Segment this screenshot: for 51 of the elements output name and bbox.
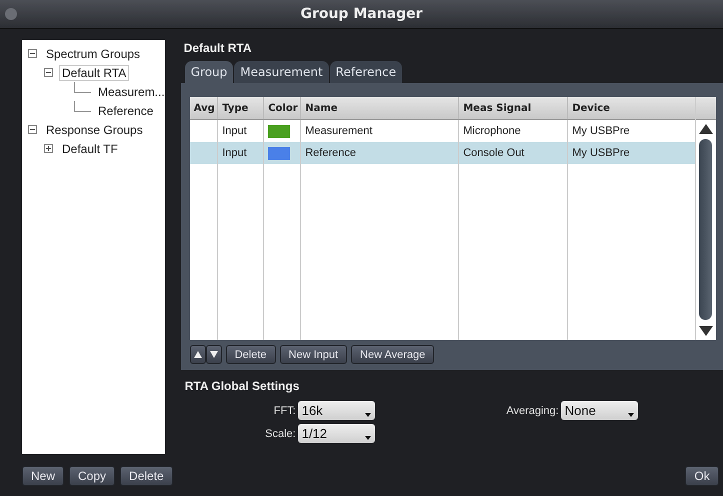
column-header[interactable]: Avg: [190, 97, 218, 120]
tree-item[interactable]: Measurem...: [95, 84, 165, 100]
group-title: Default RTA: [184, 41, 252, 55]
scroll-down-icon[interactable]: [698, 326, 713, 336]
collapse-icon[interactable]: [28, 49, 37, 58]
color-swatch[interactable]: [268, 146, 290, 160]
table-row[interactable]: Input Reference Console Out My USBPre: [190, 142, 696, 164]
tree-item[interactable]: Reference: [95, 102, 156, 118]
field-label: FFT:: [272, 404, 296, 416]
table-cell: Input: [218, 142, 264, 164]
caret-icon: [628, 412, 634, 416]
tree-item[interactable]: Response Groups: [43, 122, 146, 138]
table-cell: My USBPre: [568, 142, 696, 164]
collapse-icon[interactable]: [28, 125, 37, 134]
collapse-icon[interactable]: [44, 68, 53, 77]
move-down-button[interactable]: [206, 345, 222, 364]
field-label: Scale:: [264, 428, 296, 440]
tab[interactable]: Reference: [330, 61, 402, 83]
dropdown[interactable]: 1/12: [298, 424, 375, 443]
table-button[interactable]: New Average: [351, 345, 434, 364]
column-header[interactable]: Color: [264, 97, 301, 120]
column-header[interactable]: Name: [300, 97, 459, 120]
tree-item[interactable]: Spectrum Groups: [43, 46, 144, 62]
caret-icon: [364, 436, 371, 440]
tab[interactable]: Measurement: [234, 61, 329, 83]
ok-button[interactable]: Ok: [685, 466, 719, 486]
tree-item[interactable]: Default RTA: [59, 64, 130, 80]
group-button[interactable]: New: [22, 466, 64, 486]
window-title: Group Manager: [300, 6, 423, 22]
tab[interactable]: Group: [184, 61, 234, 83]
column-header[interactable]: Meas Signal: [458, 97, 568, 120]
scroll-thumb[interactable]: [698, 139, 712, 320]
table-button[interactable]: New Input: [280, 345, 348, 364]
group-button[interactable]: Delete: [120, 466, 173, 486]
table-cell: Reference: [300, 142, 459, 164]
group-button[interactable]: Copy: [69, 466, 116, 486]
header-corner: [696, 97, 716, 120]
field-label: Averaging:: [505, 404, 559, 416]
table-cell: Console Out: [458, 142, 568, 164]
move-up-button[interactable]: [190, 345, 206, 364]
dropdown[interactable]: 16k: [298, 401, 375, 420]
section-title: RTA Global Settings: [184, 379, 300, 393]
dropdown[interactable]: None: [560, 401, 638, 420]
tree-item[interactable]: Default TF: [59, 140, 121, 156]
column-header[interactable]: Type: [218, 97, 264, 120]
caret-icon: [364, 412, 371, 416]
column-header[interactable]: Device: [568, 97, 696, 120]
color-swatch[interactable]: [268, 124, 290, 138]
expand-icon[interactable]: [44, 144, 53, 153]
table-button[interactable]: Delete: [226, 345, 276, 364]
down-arrow-icon: [210, 351, 218, 358]
